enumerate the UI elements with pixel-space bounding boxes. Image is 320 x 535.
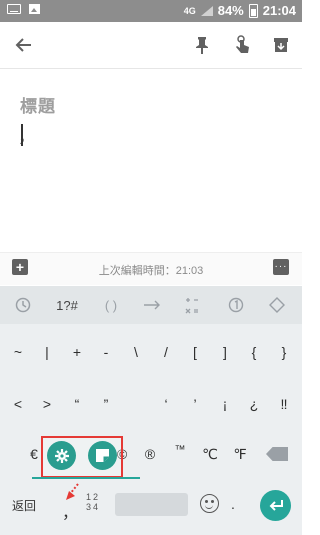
key-minus[interactable]: -	[94, 344, 118, 360]
key-left-brace[interactable]: {	[242, 344, 266, 360]
numpad-key-top: 12	[86, 492, 101, 502]
key-less-than[interactable]: <	[6, 396, 30, 412]
brackets-tab[interactable]: ( )	[96, 296, 126, 314]
return-key[interactable]: 返回	[12, 497, 36, 514]
key-inverted-exclamation[interactable]: ¡	[213, 396, 237, 412]
period-key[interactable]: .	[231, 496, 235, 512]
network-type: 4G	[183, 5, 196, 16]
key-right-single-quote[interactable]: ’	[183, 396, 207, 412]
archive-icon[interactable]	[268, 32, 294, 58]
toolbar-divider	[0, 68, 302, 69]
numpad-key[interactable]: 12 34	[86, 492, 100, 512]
key-right-double-quote[interactable]: ”	[94, 396, 118, 412]
key-pipe[interactable]: |	[35, 344, 59, 360]
key-backslash[interactable]: \	[124, 344, 148, 360]
keyboard-icon	[7, 4, 21, 14]
annotation-arrow-icon	[66, 483, 79, 500]
note-title-input[interactable]: 標題	[20, 92, 56, 117]
text-cursor	[21, 124, 23, 146]
key-fahrenheit[interactable]: ℉	[228, 446, 252, 463]
signal-icon	[200, 5, 213, 16]
pin-icon[interactable]	[189, 32, 215, 58]
circled-numbers-tab-icon[interactable]	[227, 296, 245, 314]
battery-percent: 84%	[217, 3, 244, 18]
shapes-tab-icon[interactable]	[268, 296, 286, 314]
key-slash[interactable]: /	[154, 344, 178, 360]
arrows-tab-icon[interactable]	[140, 296, 164, 314]
key-celsius[interactable]: ℃	[198, 446, 222, 463]
last-edited-label: 上次編輯時間：21:03	[98, 265, 204, 277]
image-notification-icon	[29, 4, 40, 14]
key-greater-than[interactable]: >	[35, 396, 59, 412]
key-left-double-quote[interactable]: “	[65, 396, 89, 412]
key-left-bracket[interactable]: [	[183, 344, 207, 360]
key-plus[interactable]: +	[65, 344, 89, 360]
emoji-icon[interactable]	[200, 494, 219, 513]
comma-key[interactable]: ，	[62, 499, 78, 523]
key-right-brace[interactable]: }	[272, 344, 296, 360]
history-clock-icon[interactable]	[14, 296, 32, 314]
sticker-note-icon[interactable]	[88, 441, 117, 470]
key-registered[interactable]: ®	[138, 446, 162, 462]
symbols-tab[interactable]: 1?#	[52, 296, 82, 314]
reminder-hand-icon[interactable]	[229, 32, 255, 58]
math-operators-tab-icon[interactable]	[182, 296, 202, 314]
back-arrow-icon[interactable]	[11, 32, 37, 58]
battery-icon	[248, 3, 258, 18]
key-double-exclamation[interactable]: ‼	[272, 396, 296, 412]
enter-arrow-icon	[269, 499, 283, 511]
clock: 21:04	[262, 3, 296, 18]
key-trademark[interactable]: ™	[168, 444, 192, 456]
app-toolbar	[0, 22, 302, 68]
keyboard-settings-gear-icon[interactable]	[47, 441, 76, 470]
status-bar: 4G 84% 21:04	[0, 0, 302, 22]
enter-key[interactable]	[260, 490, 291, 521]
popup-underline	[32, 477, 140, 479]
key-right-bracket[interactable]: ]	[213, 344, 237, 360]
more-options-icon[interactable]: ···	[273, 259, 289, 275]
key-tilde[interactable]: ~	[6, 344, 30, 360]
space-bar[interactable]	[115, 493, 188, 516]
numpad-key-bottom: 34	[86, 502, 101, 512]
key-inverted-question[interactable]: ¿	[242, 396, 266, 412]
key-left-single-quote[interactable]: ‘	[154, 396, 178, 412]
